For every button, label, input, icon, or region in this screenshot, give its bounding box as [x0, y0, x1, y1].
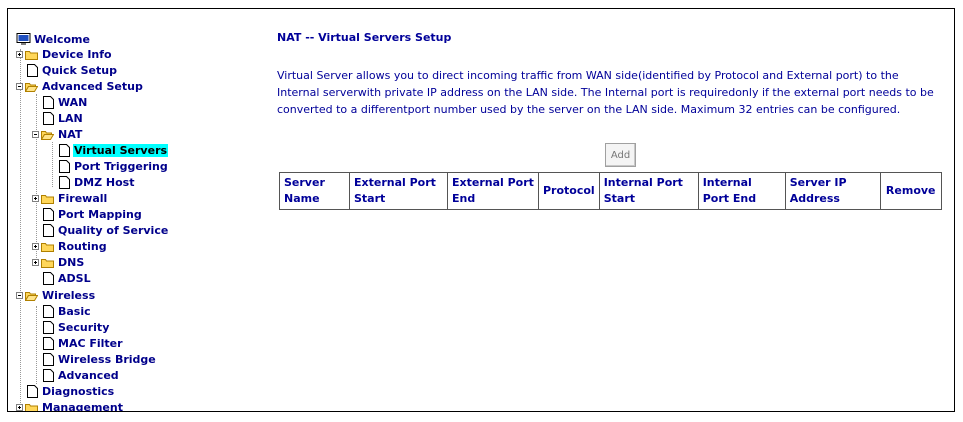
collapse-icon[interactable] [32, 131, 39, 138]
expand-icon[interactable] [16, 404, 23, 411]
folder-closed-icon [41, 258, 54, 268]
page-icon [27, 385, 38, 398]
tree-item-dmz-host[interactable]: DMZ Host [48, 175, 135, 190]
page-icon [27, 64, 38, 77]
tree-item-dns[interactable]: DNS [32, 255, 85, 270]
folder-open-icon [41, 130, 54, 140]
tree-item-routing[interactable]: Routing [32, 239, 108, 254]
tree-item-advanced-setup[interactable]: Advanced Setup [16, 79, 144, 94]
tree-item-nat[interactable]: NAT [32, 127, 83, 142]
page-icon [59, 144, 70, 157]
tree-item-virtual-servers[interactable]: Virtual Servers [48, 143, 169, 158]
page-icon [43, 305, 54, 318]
page-title: NAT -- Virtual Servers Setup [277, 31, 452, 44]
page-icon [43, 208, 54, 221]
column-header-internal-port-end: Internal Port End [697, 172, 786, 210]
page-description: Virtual Server allows you to direct inco… [277, 69, 934, 116]
column-header-external-port-end: External Port End [447, 172, 539, 210]
expand-icon[interactable] [32, 259, 39, 266]
column-header-external-port-start: External Port Start [349, 172, 448, 210]
column-header-protocol: Protocol [538, 172, 600, 210]
column-header-server-name: Server Name [279, 172, 350, 210]
tree-item-port-mapping[interactable]: Port Mapping [32, 207, 143, 222]
page-icon [43, 96, 54, 109]
add-button[interactable]: Add [605, 143, 636, 167]
folder-closed-icon [25, 50, 38, 60]
tree-item-quality-of-service[interactable]: Quality of Service [32, 223, 169, 238]
tree-item-firewall[interactable]: Firewall [32, 191, 108, 206]
page-icon [43, 369, 54, 382]
page-icon [43, 337, 54, 350]
expand-icon[interactable] [32, 243, 39, 250]
expand-icon[interactable] [16, 51, 23, 58]
tree-item-basic[interactable]: Basic [32, 304, 92, 319]
tree-item-management[interactable]: Management [16, 400, 124, 411]
tree-item-wireless[interactable]: Wireless [16, 288, 96, 303]
table-header-row: Server Name External Port Start External… [279, 172, 942, 210]
page-icon [43, 321, 54, 334]
computer-icon [16, 33, 31, 46]
expand-icon[interactable] [32, 195, 39, 202]
folder-closed-icon [41, 242, 54, 252]
column-header-remove: Remove [879, 172, 942, 210]
folder-closed-icon [41, 194, 54, 204]
tree-item-wireless-bridge[interactable]: Wireless Bridge [32, 352, 157, 367]
tree-item-adsl[interactable]: ADSL [32, 271, 92, 286]
tree-item-diagnostics[interactable]: Diagnostics [16, 384, 115, 399]
column-header-server-ip-address: Server IP Address [784, 172, 881, 210]
virtual-servers-table: Server Name External Port Start External… [279, 172, 942, 210]
tree-item-security[interactable]: Security [32, 320, 110, 335]
tree-item-quick-setup[interactable]: Quick Setup [16, 63, 118, 78]
page-icon [43, 112, 54, 125]
tree-item-welcome[interactable]: Welcome [16, 32, 91, 47]
tree-item-advanced[interactable]: Advanced [32, 368, 120, 383]
folder-open-icon [25, 291, 38, 301]
folder-open-icon [25, 82, 38, 92]
column-header-internal-port-start: Internal Port Start [598, 172, 699, 210]
page-icon [43, 272, 54, 285]
tree-item-lan[interactable]: LAN [32, 111, 84, 126]
router-config-frame: Welcome Device Info Quick Setup Advanced… [7, 8, 955, 412]
tree-item-mac-filter[interactable]: MAC Filter [32, 336, 124, 351]
page-icon [59, 160, 70, 173]
tree-item-wan[interactable]: WAN [32, 95, 88, 110]
folder-closed-icon [25, 403, 38, 411]
collapse-icon[interactable] [16, 292, 23, 299]
page-icon [43, 224, 54, 237]
tree-item-device-info[interactable]: Device Info [16, 47, 113, 62]
collapse-icon[interactable] [16, 83, 23, 90]
page-icon [59, 176, 70, 189]
page-icon [43, 353, 54, 366]
tree-item-port-triggering[interactable]: Port Triggering [48, 159, 169, 174]
